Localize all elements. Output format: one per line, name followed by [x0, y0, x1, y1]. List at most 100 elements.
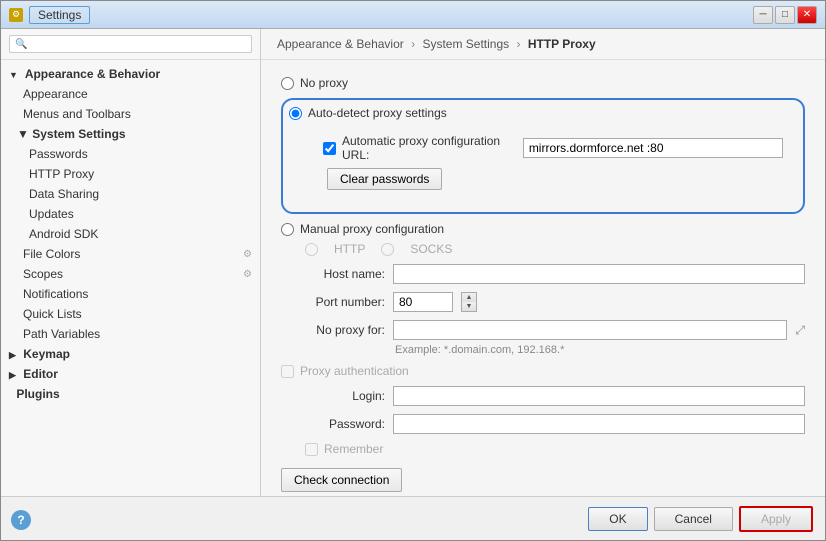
auto-config-checkbox[interactable]	[323, 142, 336, 155]
maximize-button[interactable]: □	[775, 6, 795, 24]
clear-btn-row: Clear passwords	[323, 168, 783, 190]
password-input[interactable]	[393, 414, 805, 434]
sidebar-item-system-settings[interactable]: ▼ System Settings	[1, 124, 260, 144]
check-connection-button[interactable]: Check connection	[281, 468, 402, 492]
no-proxy-for-input[interactable]	[393, 320, 787, 340]
settings-body: No proxy ➤ Auto-detect proxy settings	[261, 60, 825, 496]
clear-passwords-button[interactable]: Clear passwords	[327, 168, 442, 190]
remember-row: Remember	[305, 442, 805, 456]
apply-button[interactable]: Apply	[739, 506, 813, 532]
close-button[interactable]: ✕	[797, 6, 817, 24]
sidebar-item-quick-lists[interactable]: Quick Lists	[1, 304, 260, 324]
port-number-row: Port number: ▲ ▼	[305, 292, 805, 312]
host-section: Host name: Port number: ▲ ▼ No proxy for	[305, 264, 805, 356]
sidebar-item-editor[interactable]: ▶ Editor	[1, 364, 260, 384]
sidebar-item-plugins[interactable]: Plugins	[1, 384, 260, 404]
sidebar-item-file-colors[interactable]: File Colors ⚙	[1, 244, 260, 264]
title-bar-left: ⚙ Settings	[9, 6, 90, 24]
http-socks-row: HTTP SOCKS	[305, 242, 805, 256]
proxy-url-input[interactable]	[523, 138, 783, 158]
no-proxy-for-label: No proxy for:	[305, 323, 385, 337]
check-connection-row: Check connection	[281, 468, 805, 492]
help-button[interactable]: ?	[11, 510, 31, 530]
login-row: Login:	[305, 386, 805, 406]
search-wrapper[interactable]: 🔍	[9, 35, 252, 53]
proxy-auth-label: Proxy authentication	[300, 364, 409, 378]
no-proxy-for-row: No proxy for: ⤢	[305, 320, 805, 340]
manual-proxy-row: Manual proxy configuration	[281, 222, 805, 236]
sidebar-item-appearance[interactable]: Appearance	[1, 84, 260, 104]
sidebar-item-appearance-behavior[interactable]: ▼ Appearance & Behavior	[1, 64, 260, 84]
no-proxy-radio[interactable]	[281, 77, 294, 90]
socks-radio[interactable]	[381, 243, 394, 256]
host-name-label: Host name:	[305, 267, 385, 281]
http-label: HTTP	[334, 242, 365, 256]
auto-config-section: Automatic proxy configuration URL: Clear…	[313, 128, 793, 196]
sub-expand-arrow: ▼	[17, 127, 29, 141]
host-name-input[interactable]	[393, 264, 805, 284]
sidebar-item-data-sharing[interactable]: Data Sharing	[1, 184, 260, 204]
content-area: 🔍 ▼ Appearance & Behavior Appearance Men…	[1, 29, 825, 496]
spinner-down[interactable]: ▼	[462, 302, 476, 311]
proxy-auth-checkbox[interactable]	[281, 365, 294, 378]
cancel-button[interactable]: Cancel	[654, 507, 733, 531]
search-input[interactable]	[31, 38, 246, 50]
sidebar-item-updates[interactable]: Updates	[1, 204, 260, 224]
password-label: Password:	[305, 417, 385, 431]
settings-icon-2: ⚙	[243, 269, 252, 280]
breadcrumb-part-1: Appearance & Behavior	[277, 37, 404, 51]
sidebar-item-android-sdk[interactable]: Android SDK	[1, 224, 260, 244]
proxy-config-url-row: Automatic proxy configuration URL:	[323, 134, 783, 162]
section-label: Appearance & Behavior	[25, 67, 160, 81]
sidebar-item-http-proxy[interactable]: HTTP Proxy	[1, 164, 260, 184]
window-title: Settings	[29, 6, 90, 24]
expand-icon[interactable]: ⤢	[795, 323, 805, 338]
ok-button[interactable]: OK	[588, 507, 647, 531]
sidebar: 🔍 ▼ Appearance & Behavior Appearance Men…	[1, 29, 261, 496]
manual-proxy-label: Manual proxy configuration	[300, 222, 444, 236]
no-proxy-row: No proxy	[281, 76, 805, 90]
login-section: Login: Password:	[305, 386, 805, 434]
auto-config-label: Automatic proxy configuration URL:	[342, 134, 517, 162]
http-radio[interactable]	[305, 243, 318, 256]
settings-icon: ⚙	[243, 249, 252, 260]
login-label: Login:	[305, 389, 385, 403]
no-proxy-label: No proxy	[300, 76, 348, 90]
sidebar-item-scopes[interactable]: Scopes ⚙	[1, 264, 260, 284]
auto-detect-radio[interactable]	[289, 107, 302, 120]
sidebar-item-notifications[interactable]: Notifications	[1, 284, 260, 304]
sidebar-item-menus-toolbars[interactable]: Menus and Toolbars	[1, 104, 260, 124]
manual-proxy-radio[interactable]	[281, 223, 294, 236]
sidebar-item-path-variables[interactable]: Path Variables	[1, 324, 260, 344]
remember-label: Remember	[324, 442, 383, 456]
keymap-arrow: ▶	[9, 350, 16, 361]
main-content: Appearance & Behavior › System Settings …	[261, 29, 825, 496]
breadcrumb-sep-1: ›	[411, 37, 418, 51]
settings-window: ⚙ Settings ─ □ ✕ 🔍 ▼ Appearance & Behavi…	[0, 0, 826, 541]
sidebar-item-passwords[interactable]: Passwords	[1, 144, 260, 164]
minimize-button[interactable]: ─	[753, 6, 773, 24]
app-icon: ⚙	[9, 8, 23, 22]
editor-arrow: ▶	[9, 370, 16, 381]
auto-detect-radio-row: Auto-detect proxy settings	[289, 106, 793, 120]
sidebar-item-keymap[interactable]: ▶ Keymap	[1, 344, 260, 364]
footer: ? OK Cancel Apply	[1, 496, 825, 540]
auto-detect-container: Auto-detect proxy settings Automatic pro…	[281, 98, 805, 214]
title-bar: ⚙ Settings ─ □ ✕	[1, 1, 825, 29]
password-row: Password:	[305, 414, 805, 434]
port-spinner[interactable]: ▲ ▼	[461, 292, 477, 312]
spinner-up[interactable]: ▲	[462, 293, 476, 302]
breadcrumb-current: HTTP Proxy	[528, 37, 596, 51]
login-input[interactable]	[393, 386, 805, 406]
auto-detect-wrapper: ➤ Auto-detect proxy settings Automatic p…	[281, 98, 805, 214]
socks-label: SOCKS	[410, 242, 452, 256]
expand-arrow: ▼	[9, 70, 18, 80]
breadcrumb: Appearance & Behavior › System Settings …	[261, 29, 825, 60]
port-input[interactable]	[393, 292, 453, 312]
host-name-row: Host name:	[305, 264, 805, 284]
search-icon: 🔍	[15, 39, 27, 50]
remember-checkbox[interactable]	[305, 443, 318, 456]
proxy-auth-row: Proxy authentication	[281, 364, 805, 378]
breadcrumb-part-2: System Settings	[422, 37, 509, 51]
auto-detect-label: Auto-detect proxy settings	[308, 106, 447, 120]
